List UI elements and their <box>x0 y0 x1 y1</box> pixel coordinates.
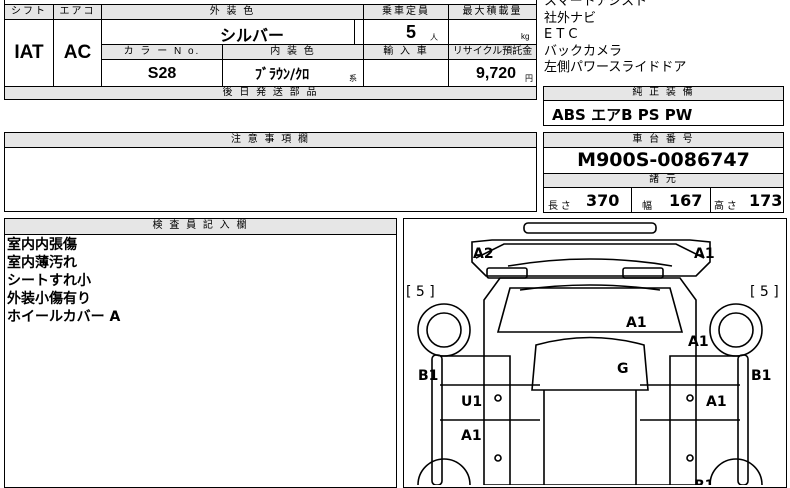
equipment-item: スマートアシスト <box>544 0 648 9</box>
equipment-item: 左側パワースライドドア <box>544 60 687 75</box>
interior-color-header: 内 装 色 <box>222 44 364 60</box>
shift-cell: IAT <box>4 19 54 87</box>
equipment-list: スマートアシスト 社外ナビ E T C バックカメラ 左側パワースライドドア <box>544 0 790 77</box>
import-header: 輸 入 車 <box>363 44 449 60</box>
capacity-cell: 5 人 <box>363 19 449 45</box>
shift-value: IAT <box>14 42 44 63</box>
spec-row: 長 さ 370 幅 167 高 さ 173 <box>544 188 783 213</box>
capacity-unit: 人 <box>430 33 438 42</box>
color-no-cell: S28 <box>101 59 223 87</box>
notes-header: 注 意 事 項 欄 <box>5 133 536 148</box>
max-load-header: 最大積載量 <box>448 4 537 20</box>
interior-suffix: 系 <box>349 74 357 83</box>
notes-box: 注 意 事 項 欄 <box>4 132 537 212</box>
recycle-cell: 9,720 円 <box>448 59 537 87</box>
interior-color-value: ﾌﾞﾗｳﾝ/ｸﾛ <box>255 67 310 83</box>
spec-divider <box>631 188 632 213</box>
chassis-box: 車 台 番 号 M900S-0086747 諸 元 長 さ 370 幅 167 … <box>543 132 784 213</box>
length-label: 長 さ <box>548 201 571 212</box>
exterior-color-cell: シルバー <box>101 19 364 45</box>
equipment-item: バックカメラ <box>544 43 623 59</box>
remark-line: 外装小傷有り <box>7 291 91 307</box>
exterior-color-split <box>354 20 355 44</box>
length-value: 370 <box>586 191 620 210</box>
width-label: 幅 <box>642 201 652 212</box>
width-value: 167 <box>669 191 703 210</box>
height-value: 173 <box>749 191 783 210</box>
recycle-header: リサイクル預託金 <box>448 44 537 60</box>
import-cell <box>363 59 449 87</box>
aircon-cell: AC <box>53 19 102 87</box>
color-no-header: カ ラ ー N o. <box>101 44 223 60</box>
color-no-value: S28 <box>147 65 177 82</box>
capacity-header: 乗車定員 <box>363 4 449 20</box>
max-load-unit: kg <box>521 32 530 41</box>
genuine-header: 純 正 装 備 <box>544 87 783 101</box>
capacity-value: 5 <box>406 22 417 42</box>
spec-header: 諸 元 <box>544 174 783 188</box>
remark-line: シートすれ小 <box>7 273 91 289</box>
aircon-value: AC <box>63 42 92 63</box>
equipment-item: 社外ナビ <box>544 10 597 26</box>
height-label: 高 さ <box>714 201 737 212</box>
inspector-header: 検 査 員 記 入 欄 <box>5 219 396 235</box>
inspector-box: 検 査 員 記 入 欄 室内内張傷 室内薄汚れ シートすれ小 外装小傷有り ホイ… <box>4 218 397 488</box>
exterior-color-header: 外 装 色 <box>101 4 364 20</box>
chassis-header: 車 台 番 号 <box>544 133 783 148</box>
genuine-value: ABS エアB PS PW <box>552 106 693 124</box>
genuine-equipment-box: 純 正 装 備 ABS エアB PS PW <box>543 86 784 126</box>
shift-header: シフト <box>4 4 54 20</box>
remark-line: ホイールカバー A <box>7 309 121 325</box>
interior-color-cell: ﾌﾞﾗｳﾝ/ｸﾛ 系 <box>222 59 364 87</box>
equipment-item: E T C <box>544 27 578 42</box>
later-parts-header: 後 日 発 送 部 品 <box>4 86 537 100</box>
spec-divider <box>710 188 711 213</box>
remark-line: 室内薄汚れ <box>7 255 77 271</box>
exterior-color-value: シルバー <box>220 26 285 45</box>
chassis-number: M900S-0086747 <box>544 148 783 174</box>
aircon-header: エアコン <box>53 4 102 20</box>
inspector-remarks: 室内内張傷 室内薄汚れ シートすれ小 外装小傷有り ホイールカバー A <box>5 235 396 326</box>
recycle-unit: 円 <box>525 74 533 83</box>
car-diagram-box <box>403 218 787 488</box>
recycle-value: 9,720 <box>476 65 517 82</box>
remark-line: 室内内張傷 <box>7 237 77 253</box>
max-load-cell: kg <box>448 19 537 45</box>
